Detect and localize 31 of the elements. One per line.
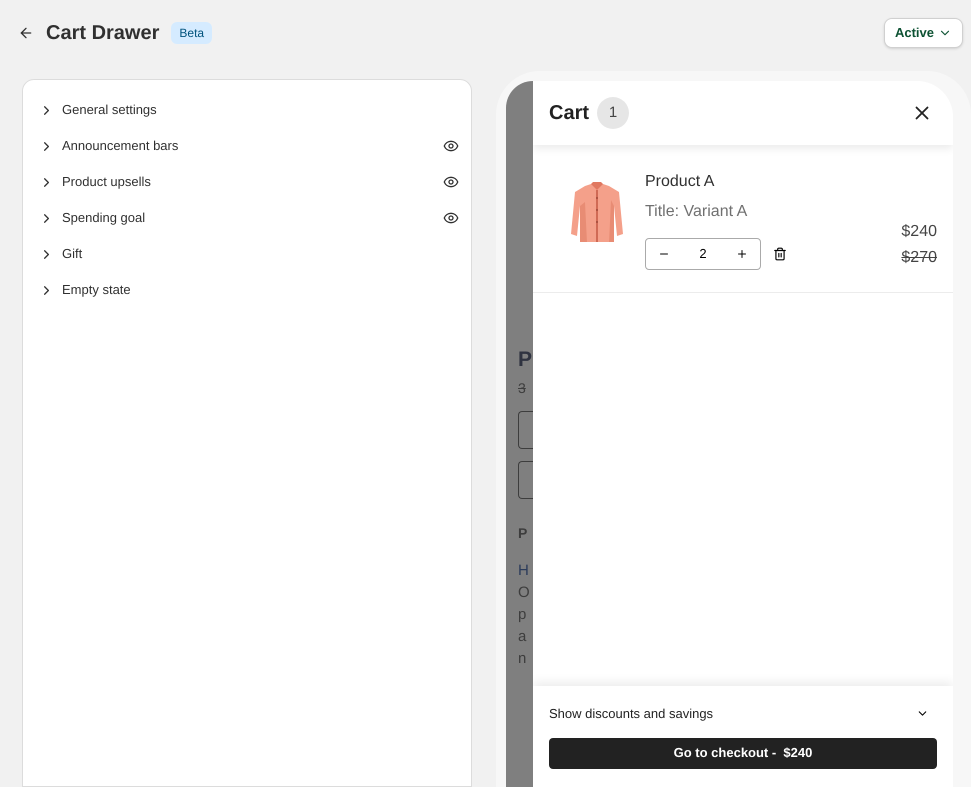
eye-icon[interactable] — [443, 138, 459, 154]
trash-icon[interactable] — [773, 247, 787, 261]
product-price: 3 — [518, 379, 527, 398]
settings-section[interactable]: Product upsells — [23, 164, 471, 200]
product-name: Product A — [645, 172, 716, 192]
description-text: a — [518, 627, 528, 647]
quantity-value: 2 — [699, 245, 707, 264]
cart-title: Cart — [549, 101, 590, 126]
cart-count: 1 — [597, 97, 630, 129]
checkout-button[interactable]: Go to checkout - $240 — [549, 738, 937, 768]
item-price: $240 — [901, 222, 937, 242]
beta-badge: Beta — [171, 22, 212, 44]
status-dropdown[interactable]: Active — [884, 18, 963, 48]
description-text: O — [518, 583, 531, 603]
settings-section[interactable]: Empty state — [23, 272, 471, 308]
discounts-toggle[interactable]: Show discounts and savings — [549, 704, 714, 724]
description-text: p — [518, 605, 528, 625]
settings-section[interactable]: Gift — [23, 236, 471, 272]
description-heading: P — [518, 524, 528, 543]
quantity-stepper[interactable]: 2 — [645, 238, 761, 270]
product-variant: Title: Variant A — [645, 202, 748, 222]
settings-section[interactable]: Announcement bars — [23, 128, 471, 164]
settings-section[interactable]: General settings — [23, 92, 471, 128]
product-heading: P — [518, 349, 532, 370]
compare-price: $270 — [901, 248, 937, 268]
description-text: n — [518, 649, 528, 669]
eye-icon[interactable] — [443, 210, 459, 226]
settings-section[interactable]: Spending goal — [23, 200, 471, 236]
page-title: Cart Drawer — [46, 21, 160, 46]
eye-icon[interactable] — [443, 174, 459, 190]
plus-icon[interactable] — [736, 248, 748, 260]
